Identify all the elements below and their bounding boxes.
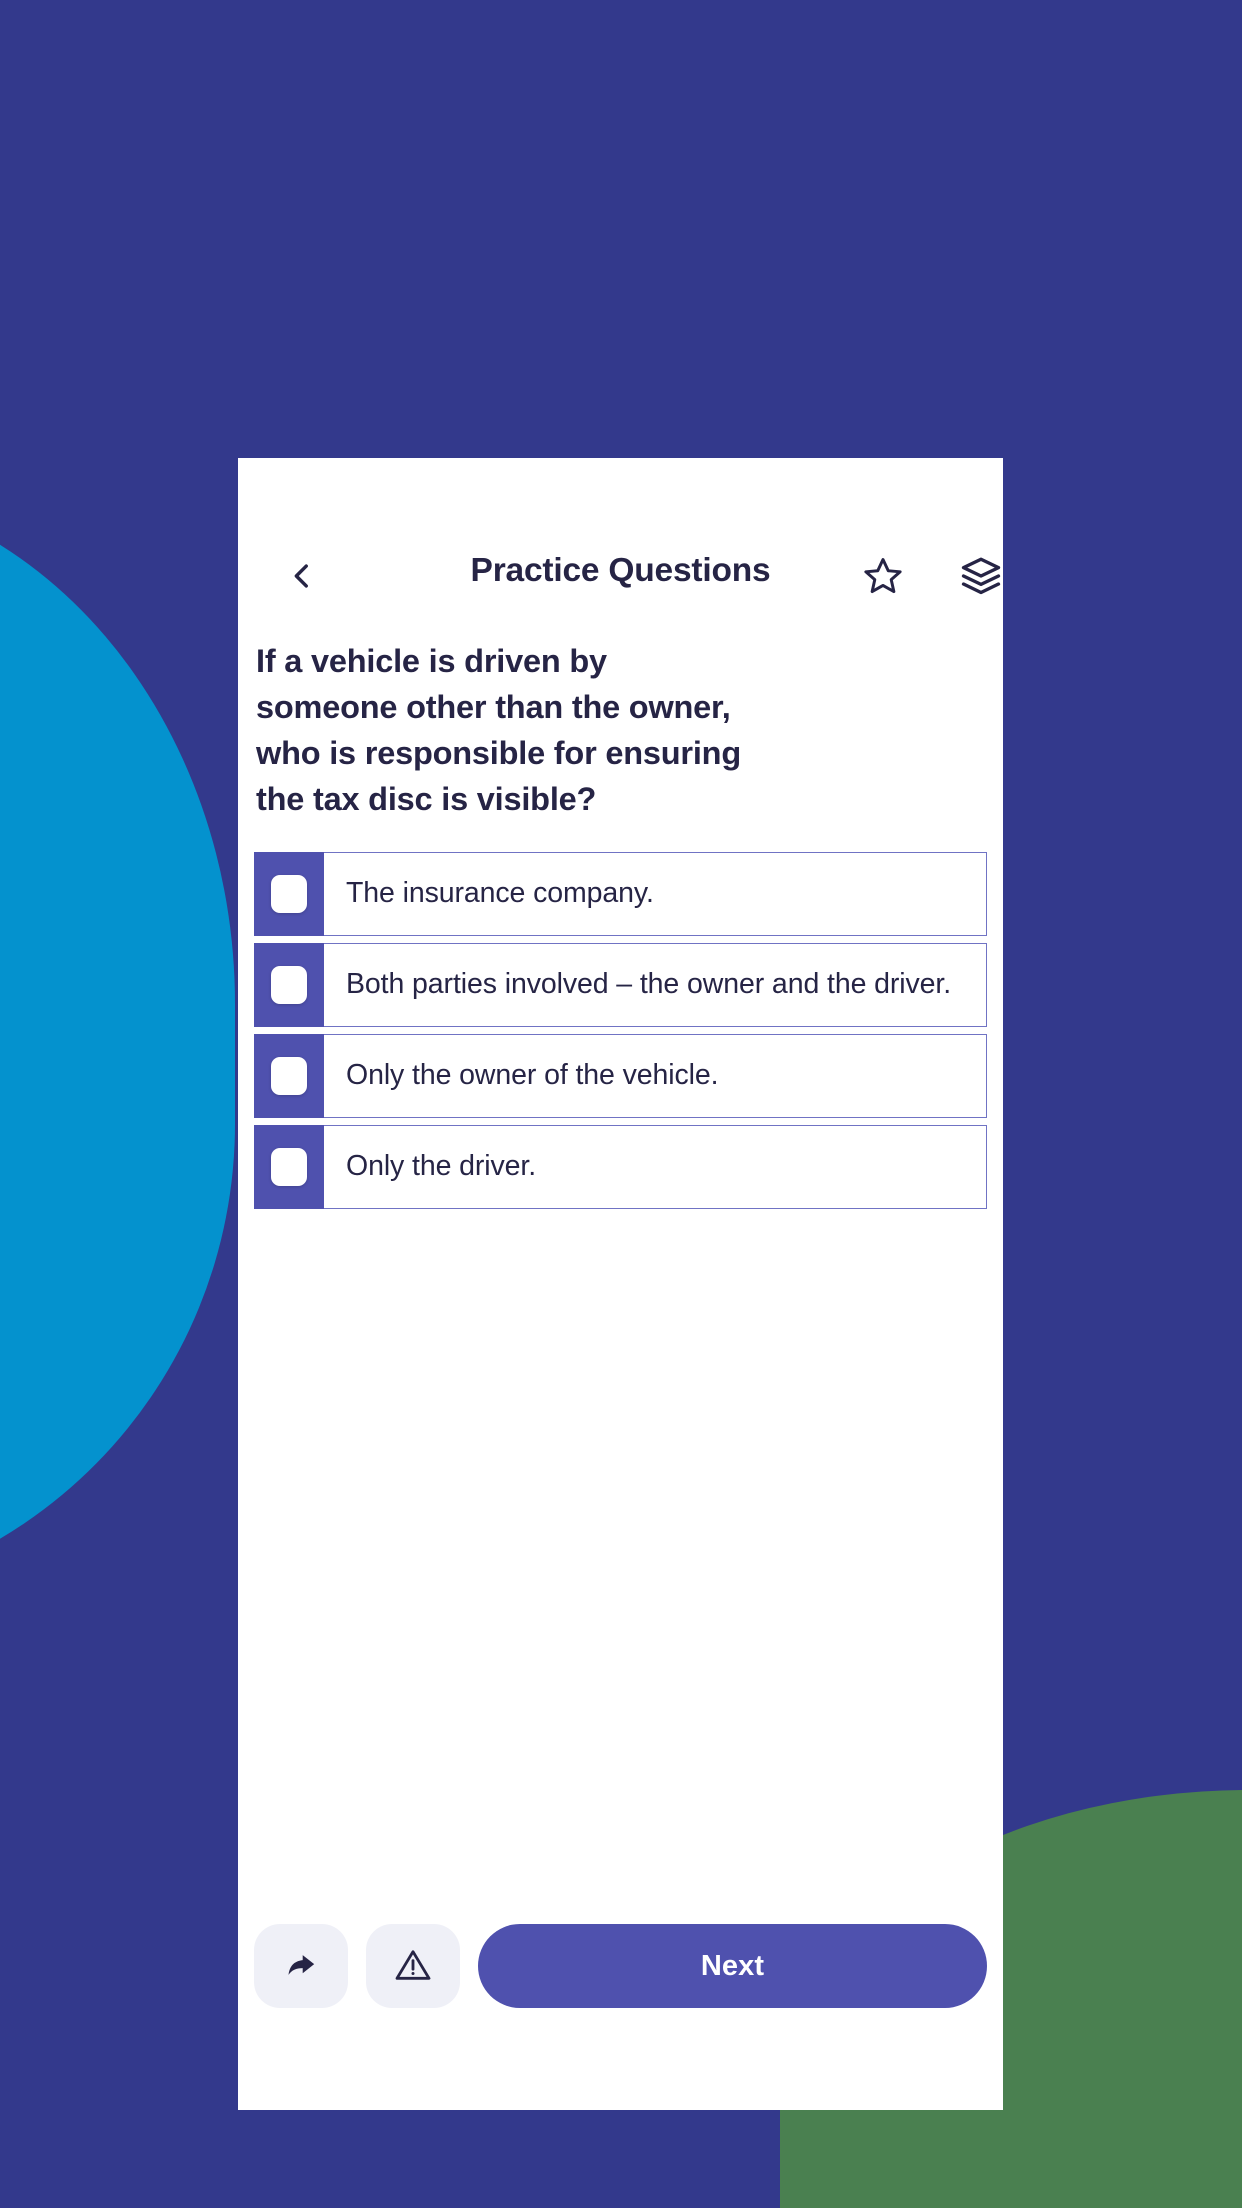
answer-option-label: Only the driver. [346, 1149, 537, 1182]
answer-option-body[interactable]: Only the driver. [324, 1124, 987, 1209]
answer-option-checkbox-panel[interactable] [254, 1124, 324, 1209]
answer-options-list: The insurance company. Both parties invo… [238, 851, 1003, 1209]
screen-root: Practice Questions If a vehicle is drive… [0, 0, 1242, 2208]
answer-option[interactable]: Only the owner of the vehicle. [254, 1033, 987, 1118]
answer-option[interactable]: Only the driver. [254, 1124, 987, 1209]
answer-option[interactable]: Both parties involved – the owner and th… [254, 942, 987, 1027]
answer-option-label: Only the owner of the vehicle. [346, 1058, 719, 1091]
share-button[interactable] [254, 1924, 348, 2008]
phone-card: Practice Questions If a vehicle is drive… [238, 458, 1003, 2110]
app-bar: Practice Questions [238, 458, 1003, 638]
footer-action-bar: Next [238, 1924, 1003, 2008]
answer-option-body[interactable]: Only the owner of the vehicle. [324, 1033, 987, 1118]
star-outline-icon [862, 555, 904, 602]
answer-option[interactable]: The insurance company. [254, 851, 987, 936]
question-text: If a vehicle is driven by someone other … [256, 643, 741, 818]
favourite-button[interactable] [851, 546, 915, 610]
checkbox-icon[interactable] [271, 1056, 307, 1095]
background-blob-cyan [0, 484, 235, 1604]
answer-option-checkbox-panel[interactable] [254, 942, 324, 1027]
checkbox-icon[interactable] [271, 874, 307, 913]
answer-option-checkbox-panel[interactable] [254, 1033, 324, 1118]
checkbox-icon[interactable] [271, 1147, 307, 1186]
answer-option-checkbox-panel[interactable] [254, 851, 324, 936]
report-problem-button[interactable] [366, 1924, 460, 2008]
layers-button[interactable] [949, 546, 1013, 610]
share-arrow-icon [284, 1948, 318, 1985]
layers-stack-icon [960, 555, 1002, 602]
next-button[interactable]: Next [478, 1924, 987, 2008]
answer-option-label: Both parties involved – the owner and th… [346, 967, 952, 1000]
answer-option-body[interactable]: The insurance company. [324, 851, 987, 936]
checkbox-icon[interactable] [271, 965, 307, 1004]
answer-option-label: The insurance company. [346, 876, 654, 909]
warning-triangle-icon [394, 1946, 432, 1987]
answer-option-body[interactable]: Both parties involved – the owner and th… [324, 942, 987, 1027]
